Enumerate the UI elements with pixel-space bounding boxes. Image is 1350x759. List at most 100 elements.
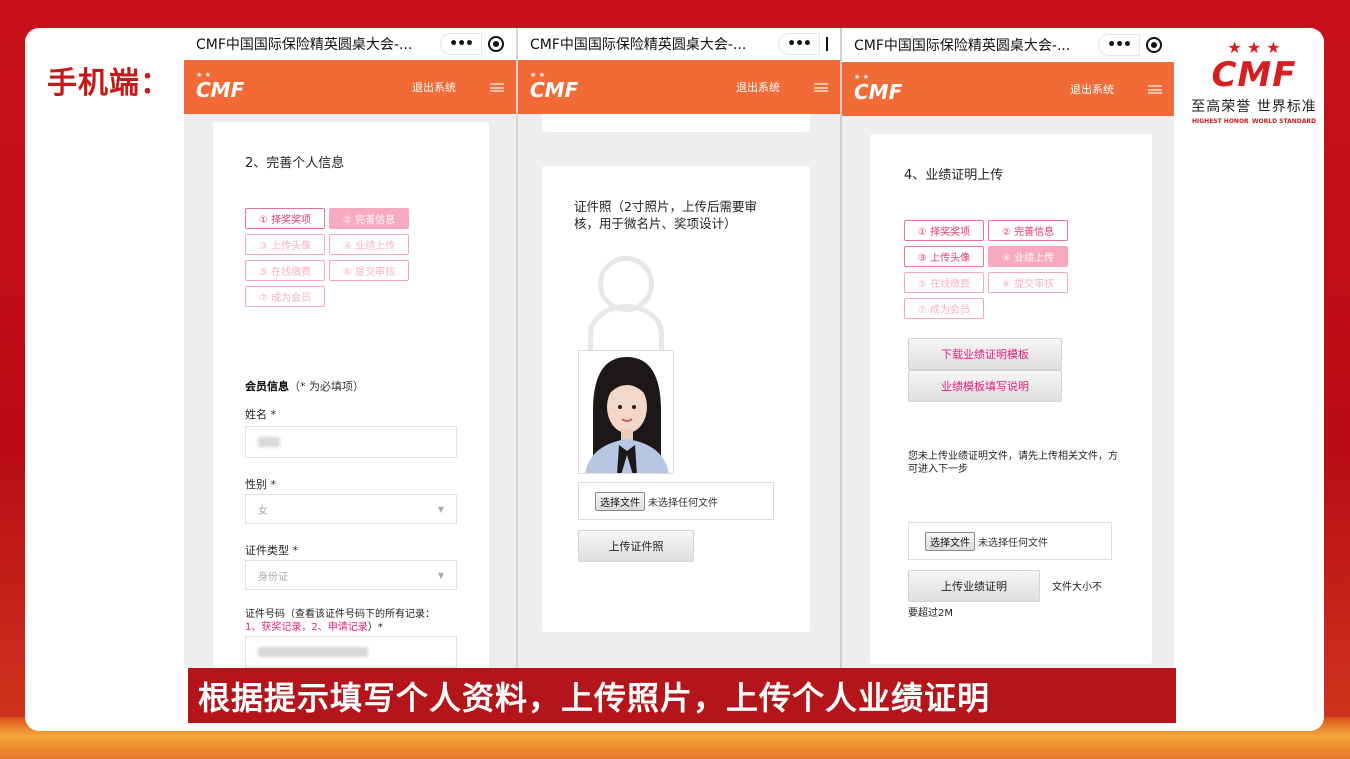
upload-id-photo-button[interactable]: 上传证件照: [578, 530, 694, 562]
wechat-title: CMF中国国际保险精英圆桌大会-...: [530, 37, 747, 53]
template-help-button[interactable]: 业绩模板填写说明: [908, 370, 1062, 402]
gender-select[interactable]: 女 ▼: [245, 494, 457, 524]
id-type-value: 身份证: [258, 571, 288, 583]
id-type-label: 证件类型 *: [245, 544, 298, 557]
close-miniprogram-icon[interactable]: [1146, 37, 1162, 53]
step-submit-review[interactable]: ⑥ 提交审核: [988, 272, 1068, 293]
no-file-text: 未选择任何文件: [978, 537, 1048, 549]
app-header: ★ ★ CMF 退出系统: [518, 60, 840, 114]
personal-info-card: 2、完善个人信息 ① 择奖奖项 ② 完善信息 ③ 上传头像 ④ 业绩上传 ⑤ 在…: [213, 122, 489, 668]
choose-file-button[interactable]: 选择文件: [925, 531, 975, 551]
step-submit-review[interactable]: ⑥ 提交审核: [329, 260, 409, 281]
wechat-title: CMF中国国际保险精英圆桌大会-...: [196, 37, 413, 53]
slide-label: 手机端：: [47, 66, 171, 101]
redacted-id-number: [258, 647, 368, 657]
photo-instructions: 证件照（2寸照片，上传后需要审核，用于微名片、奖项设计）: [574, 199, 757, 231]
step-choose-award[interactable]: ① 择奖奖项: [904, 220, 984, 241]
wechat-actions: •••: [1098, 34, 1162, 56]
records-links[interactable]: 1、获奖记录，2、申请记录: [245, 622, 368, 633]
upload-performance-button[interactable]: 上传业绩证明: [908, 570, 1040, 602]
divider-icon: [826, 37, 828, 51]
step-become-member[interactable]: ⑦ 成为会员: [904, 298, 984, 319]
app-logo: ★ ★ CMF: [196, 71, 245, 103]
wechat-actions: •••: [440, 33, 504, 55]
app-header-actions: 退出系统: [736, 79, 828, 95]
menu-icon[interactable]: [1148, 84, 1162, 94]
step-upload-performance[interactable]: ④ 业绩上传: [329, 234, 409, 255]
more-icon[interactable]: •••: [1098, 34, 1140, 56]
avatar-placeholder-icon: [588, 256, 664, 364]
logout-link[interactable]: 退出系统: [736, 79, 780, 95]
step-progress: ① 择奖奖项 ② 完善信息 ③ 上传头像 ④ 业绩上传 ⑤ 在线缴费 ⑥ 提交审…: [245, 208, 409, 307]
step-upload-avatar[interactable]: ③ 上传头像: [904, 246, 984, 267]
performance-file-picker[interactable]: 选择文件 未选择任何文件: [908, 522, 1112, 560]
brand-logo: ★ ★ ★ CMF 至高荣誉 世界标准 HIGHEST HONOR WORLD …: [1190, 38, 1318, 125]
brand-mark: CMF: [1211, 55, 1297, 95]
brand-sub-right: WORLD STANDARD: [1251, 118, 1316, 125]
name-input[interactable]: [245, 426, 457, 458]
step-become-member[interactable]: ⑦ 成为会员: [245, 286, 325, 307]
performance-upload-card: 4、业绩证明上传 ① 择奖奖项 ② 完善信息 ③ 上传头像 ④ 业绩上传 ⑤ 在…: [870, 134, 1152, 664]
size-note-line1: 文件大小不: [1052, 582, 1102, 593]
member-info-label: 会员信息: [245, 380, 289, 393]
id-photo-image: [579, 351, 673, 473]
wechat-title-bar: CMF中国国际保险精英圆桌大会-... •••: [518, 28, 840, 60]
gender-value: 女: [258, 505, 268, 517]
brand-sub-left: HIGHEST HONOR: [1192, 118, 1249, 125]
redacted-name: [258, 437, 280, 447]
brand-tagline: 至高荣誉 世界标准: [1191, 99, 1317, 115]
phone-screen-performance-upload: CMF中国国际保险精英圆桌大会-... ••• ★ ★ CMF 退出系统 4、业绩…: [840, 28, 1174, 668]
upload-notice: 您未上传业绩证明文件，请先上传相关文件，方可进入下一步: [908, 451, 1118, 475]
wechat-actions: •••: [778, 33, 828, 55]
phone-screenshots: CMF中国国际保险精英圆桌大会-... ••• ★ ★ CMF 退出系统 2、完善…: [184, 28, 1174, 668]
slide-caption: 根据提示填写个人资料，上传照片，上传个人业绩证明: [188, 668, 1176, 723]
choose-file-button[interactable]: 选择文件: [595, 491, 645, 511]
step-online-payment[interactable]: ⑤ 在线缴费: [245, 260, 325, 281]
app-logo: ★ ★ CMF: [854, 73, 903, 105]
uploaded-id-photo: [578, 350, 674, 474]
phone-screen-personal-info: CMF中国国际保险精英圆桌大会-... ••• ★ ★ CMF 退出系统 2、完善…: [184, 28, 516, 668]
step-complete-info[interactable]: ② 完善信息: [329, 208, 409, 229]
step-upload-performance[interactable]: ④ 业绩上传: [988, 246, 1068, 267]
step-progress: ① 择奖奖项 ② 完善信息 ③ 上传头像 ④ 业绩上传 ⑤ 在线缴费 ⑥ 提交审…: [904, 220, 1068, 319]
size-note-line2: 要超过2M: [908, 608, 953, 619]
more-icon[interactable]: •••: [440, 33, 482, 55]
app-logo: ★ ★ CMF: [530, 71, 579, 103]
photo-file-picker[interactable]: 选择文件 未选择任何文件: [578, 482, 774, 520]
logout-link[interactable]: 退出系统: [1070, 81, 1114, 97]
step-choose-award[interactable]: ① 择奖奖项: [245, 208, 325, 229]
step-online-payment[interactable]: ⑤ 在线缴费: [904, 272, 984, 293]
close-miniprogram-icon[interactable]: [488, 36, 504, 52]
id-number-label: 证件号码（查看该证件号码下的所有记录： 1、获奖记录，2、申请记录）*: [245, 609, 435, 633]
section-title: 2、完善个人信息: [245, 156, 345, 171]
menu-icon[interactable]: [490, 82, 504, 92]
name-label: 姓名 *: [245, 408, 276, 421]
menu-icon[interactable]: [814, 82, 828, 92]
more-icon[interactable]: •••: [778, 33, 820, 55]
app-header: ★ ★ CMF 退出系统: [184, 60, 516, 114]
photo-upload-card: 证件照（2寸照片，上传后需要审核，用于微名片、奖项设计） 选择文件 未选择任何文…: [542, 166, 810, 632]
section-title: 4、业绩证明上传: [904, 168, 1004, 183]
chevron-down-icon: ▼: [437, 504, 444, 514]
previous-card-edge: [542, 114, 810, 132]
logout-link[interactable]: 退出系统: [412, 79, 456, 95]
wechat-title-bar: CMF中国国际保险精英圆桌大会-... •••: [842, 28, 1174, 62]
id-number-input[interactable]: [245, 636, 457, 668]
phone-screen-photo-upload: CMF中国国际保险精英圆桌大会-... ••• ★ ★ CMF 退出系统 证件照（…: [516, 28, 840, 668]
chevron-down-icon: ▼: [437, 570, 444, 580]
id-type-select[interactable]: 身份证 ▼: [245, 560, 457, 590]
step-complete-info[interactable]: ② 完善信息: [988, 220, 1068, 241]
wechat-title: CMF中国国际保险精英圆桌大会-...: [854, 38, 1071, 54]
member-info-heading: 会员信息（* 为必填项）: [245, 378, 364, 394]
wechat-title-bar: CMF中国国际保险精英圆桌大会-... •••: [184, 28, 516, 60]
slide-card: 手机端： ★ ★ ★ CMF 至高荣誉 世界标准 HIGHEST HONOR W…: [25, 28, 1324, 731]
brand-subtitle: HIGHEST HONOR WORLD STANDARD: [1190, 118, 1318, 125]
download-template-button[interactable]: 下载业绩证明模板: [908, 338, 1062, 370]
no-file-text: 未选择任何文件: [648, 497, 718, 509]
gender-label: 性别 *: [245, 478, 276, 491]
app-header-actions: 退出系统: [1070, 81, 1162, 97]
app-header: ★ ★ CMF 退出系统: [842, 62, 1174, 116]
required-note: （* 为必填项）: [289, 380, 364, 393]
step-upload-avatar[interactable]: ③ 上传头像: [245, 234, 325, 255]
app-header-actions: 退出系统: [412, 79, 504, 95]
